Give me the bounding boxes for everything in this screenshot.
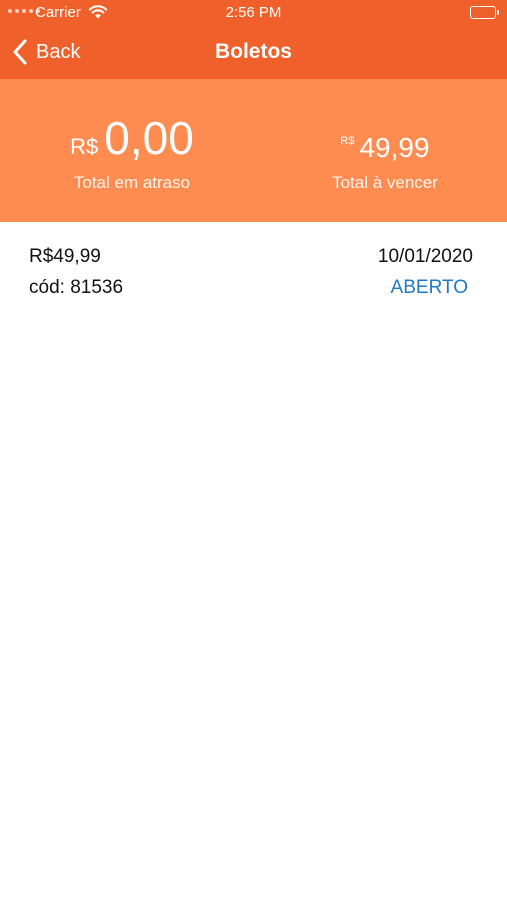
navigation-bar: Back Boletos [0, 26, 507, 79]
boleto-list-item[interactable]: R$49,99 cód: 81536 10/01/2020 ABERTO [0, 222, 507, 312]
boleto-due-date: 10/01/2020 [377, 246, 473, 267]
status-bar: Carrier 2:56 PM [0, 0, 507, 26]
upcoming-amount: R$ 49,99 [258, 131, 507, 165]
status-time: 2:56 PM [225, 4, 282, 21]
upcoming-currency: R$ [340, 135, 355, 147]
overdue-value: 0,00 [104, 112, 194, 164]
overdue-amount: R$ 0,00 [5, 111, 259, 165]
upcoming-caption: Total à vencer [332, 173, 438, 192]
overdue-total: R$ 0,00 Total em atraso [5, 79, 259, 193]
overdue-currency: R$ [70, 134, 99, 159]
battery-icon [470, 6, 499, 19]
boleto-amount: R$49,99 [29, 246, 101, 267]
totals-summary: R$ 0,00 Total em atraso R$ 49,99 Total à… [0, 79, 507, 222]
boleto-status-badge: ABERTO [390, 277, 468, 298]
overdue-caption: Total em atraso [73, 173, 191, 192]
page-title: Boletos [214, 40, 292, 63]
upcoming-total: R$ 49,99 Total à vencer [258, 79, 507, 193]
boleto-code: cód: 81536 [29, 277, 124, 298]
screen: Carrier 2:56 PM Back Boletos R$ 0,00 Tot… [0, 0, 507, 900]
upcoming-value: 49,99 [359, 132, 430, 163]
